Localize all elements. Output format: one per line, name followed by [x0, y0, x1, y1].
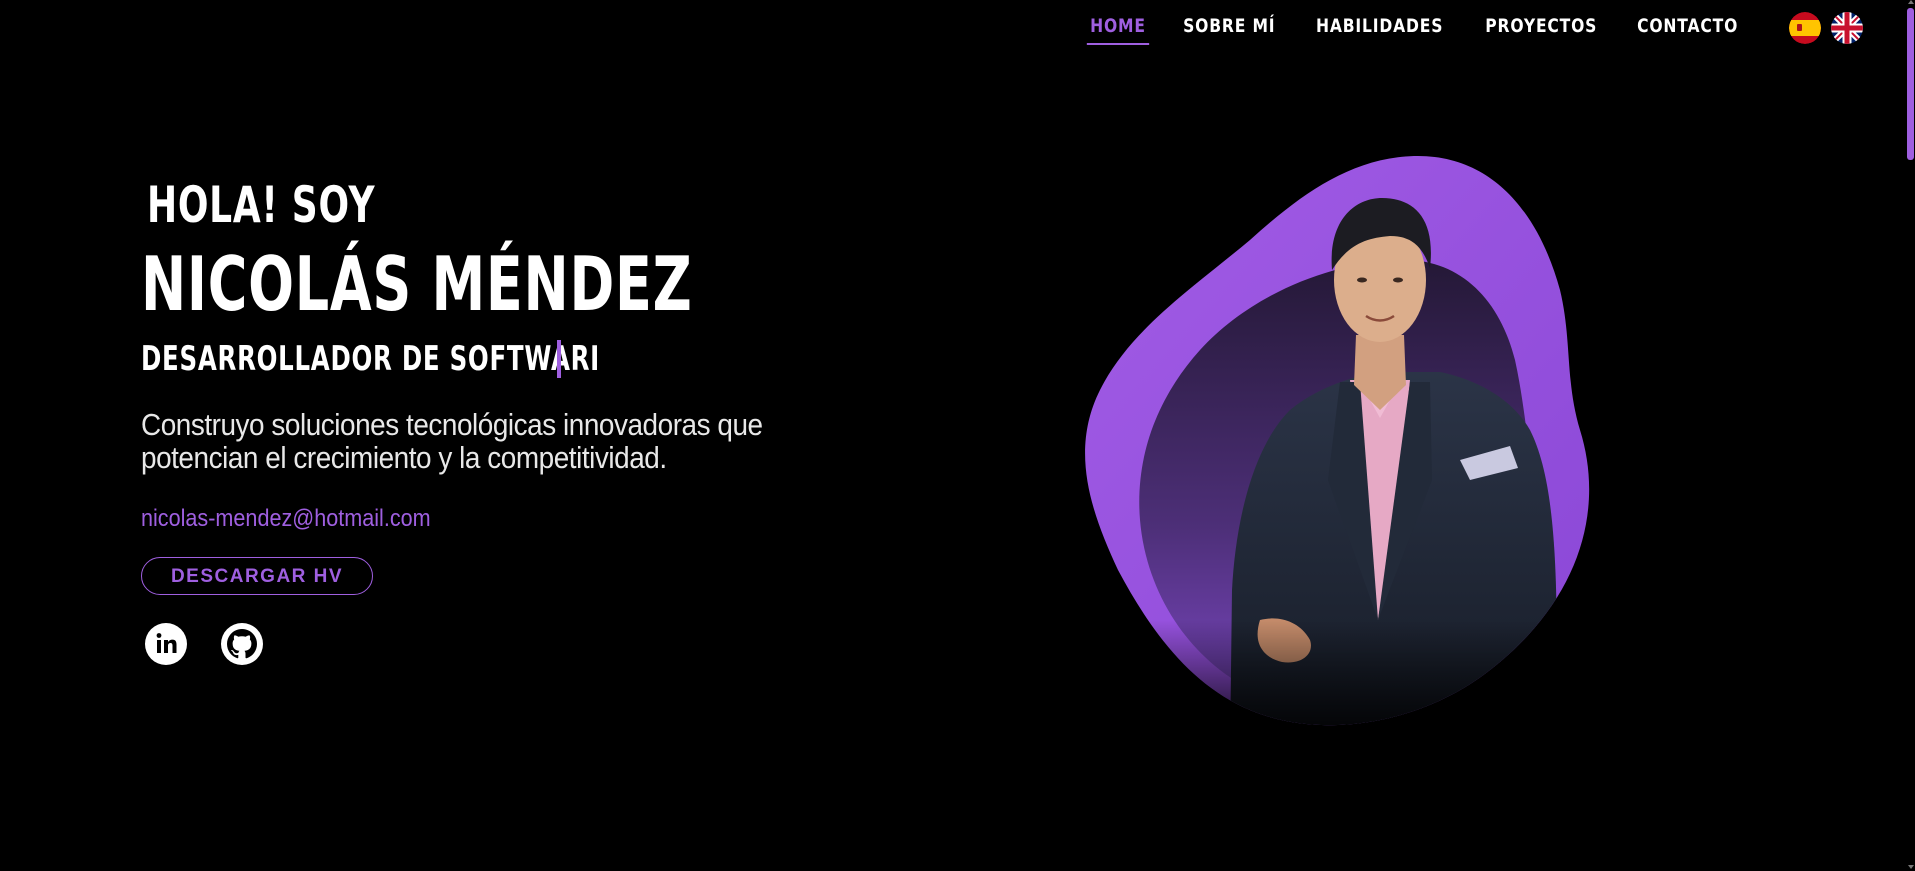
nav-home[interactable]: HOME: [1086, 9, 1149, 47]
github-icon[interactable]: [221, 623, 263, 665]
nav-contacto[interactable]: CONTACTO: [1637, 9, 1738, 47]
main-nav: HOME SOBRE MÍ HABILIDADES PROYECTOS CONT…: [1082, 0, 1863, 56]
hero-name: NICOLÁS MÉNDEZ: [141, 240, 693, 328]
nav-sobre-mi[interactable]: SOBRE MÍ: [1184, 9, 1276, 47]
nav-proyectos[interactable]: PROYECTOS: [1486, 9, 1598, 47]
uk-flag-icon[interactable]: [1831, 12, 1863, 44]
hero-role-line: DESARROLLADOR DE SOFTWARI: [141, 338, 907, 380]
social-links: [145, 623, 907, 665]
nav-habilidades[interactable]: HABILIDADES: [1316, 9, 1443, 47]
hero-greeting: HOLA! SOY: [147, 176, 376, 234]
profile-portrait: [1060, 150, 1660, 750]
spain-flag-icon[interactable]: [1789, 12, 1821, 44]
linkedin-icon[interactable]: [145, 623, 187, 665]
email-link[interactable]: nicolas-mendez@hotmail.com: [141, 505, 830, 533]
hero-section: HOLA! SOY NICOLÁS MÉNDEZ DESARROLLADOR D…: [141, 170, 907, 665]
scrollbar-thumb[interactable]: [1907, 8, 1914, 160]
portrait-illustration: [1085, 155, 1590, 726]
hero-role: DESARROLLADOR DE SOFTWARI: [141, 339, 601, 379]
page: HOME SOBRE MÍ HABILIDADES PROYECTOS CONT…: [0, 0, 1915, 871]
scroll-up-icon[interactable]: [1908, 0, 1914, 4]
hero-tagline: Construyo soluciones tecnológicas innova…: [141, 407, 763, 475]
scroll-down-icon[interactable]: [1908, 865, 1914, 869]
typing-cursor: [557, 340, 561, 378]
scrollbar[interactable]: [1907, 0, 1915, 871]
download-cv-button[interactable]: DESCARGAR HV: [141, 557, 373, 595]
